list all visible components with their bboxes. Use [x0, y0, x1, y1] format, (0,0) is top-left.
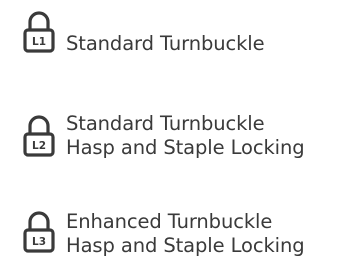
legend-label-line: Standard Turnbuckle: [66, 32, 265, 55]
legend-label: Enhanced Turnbuckle Hasp and Staple Lock…: [66, 210, 305, 258]
legend-label-line: Standard Turnbuckle: [66, 112, 265, 135]
legend-item-l2: L2 Standard Turnbuckle Hasp and Staple L…: [22, 112, 305, 160]
legend-label: Standard Turnbuckle Hasp and Staple Lock…: [66, 112, 305, 160]
legend-item-l3: L3 Enhanced Turnbuckle Hasp and Staple L…: [22, 210, 305, 258]
padlock-icon: L3: [22, 210, 56, 254]
legend-label: Standard Turnbuckle: [66, 32, 265, 56]
legend-label-line: Hasp and Staple Locking: [66, 136, 305, 159]
padlock-icon: L2: [22, 114, 56, 158]
legend-item-l1: L1 Standard Turnbuckle: [22, 10, 265, 56]
lock-code-label: L2: [32, 140, 46, 152]
lock-code-label: L1: [32, 36, 46, 48]
padlock-icon: L1: [22, 10, 56, 54]
legend-label-line: Enhanced Turnbuckle: [66, 210, 273, 233]
legend-label-line: Hasp and Staple Locking: [66, 234, 305, 257]
lock-code-label: L3: [32, 236, 46, 248]
